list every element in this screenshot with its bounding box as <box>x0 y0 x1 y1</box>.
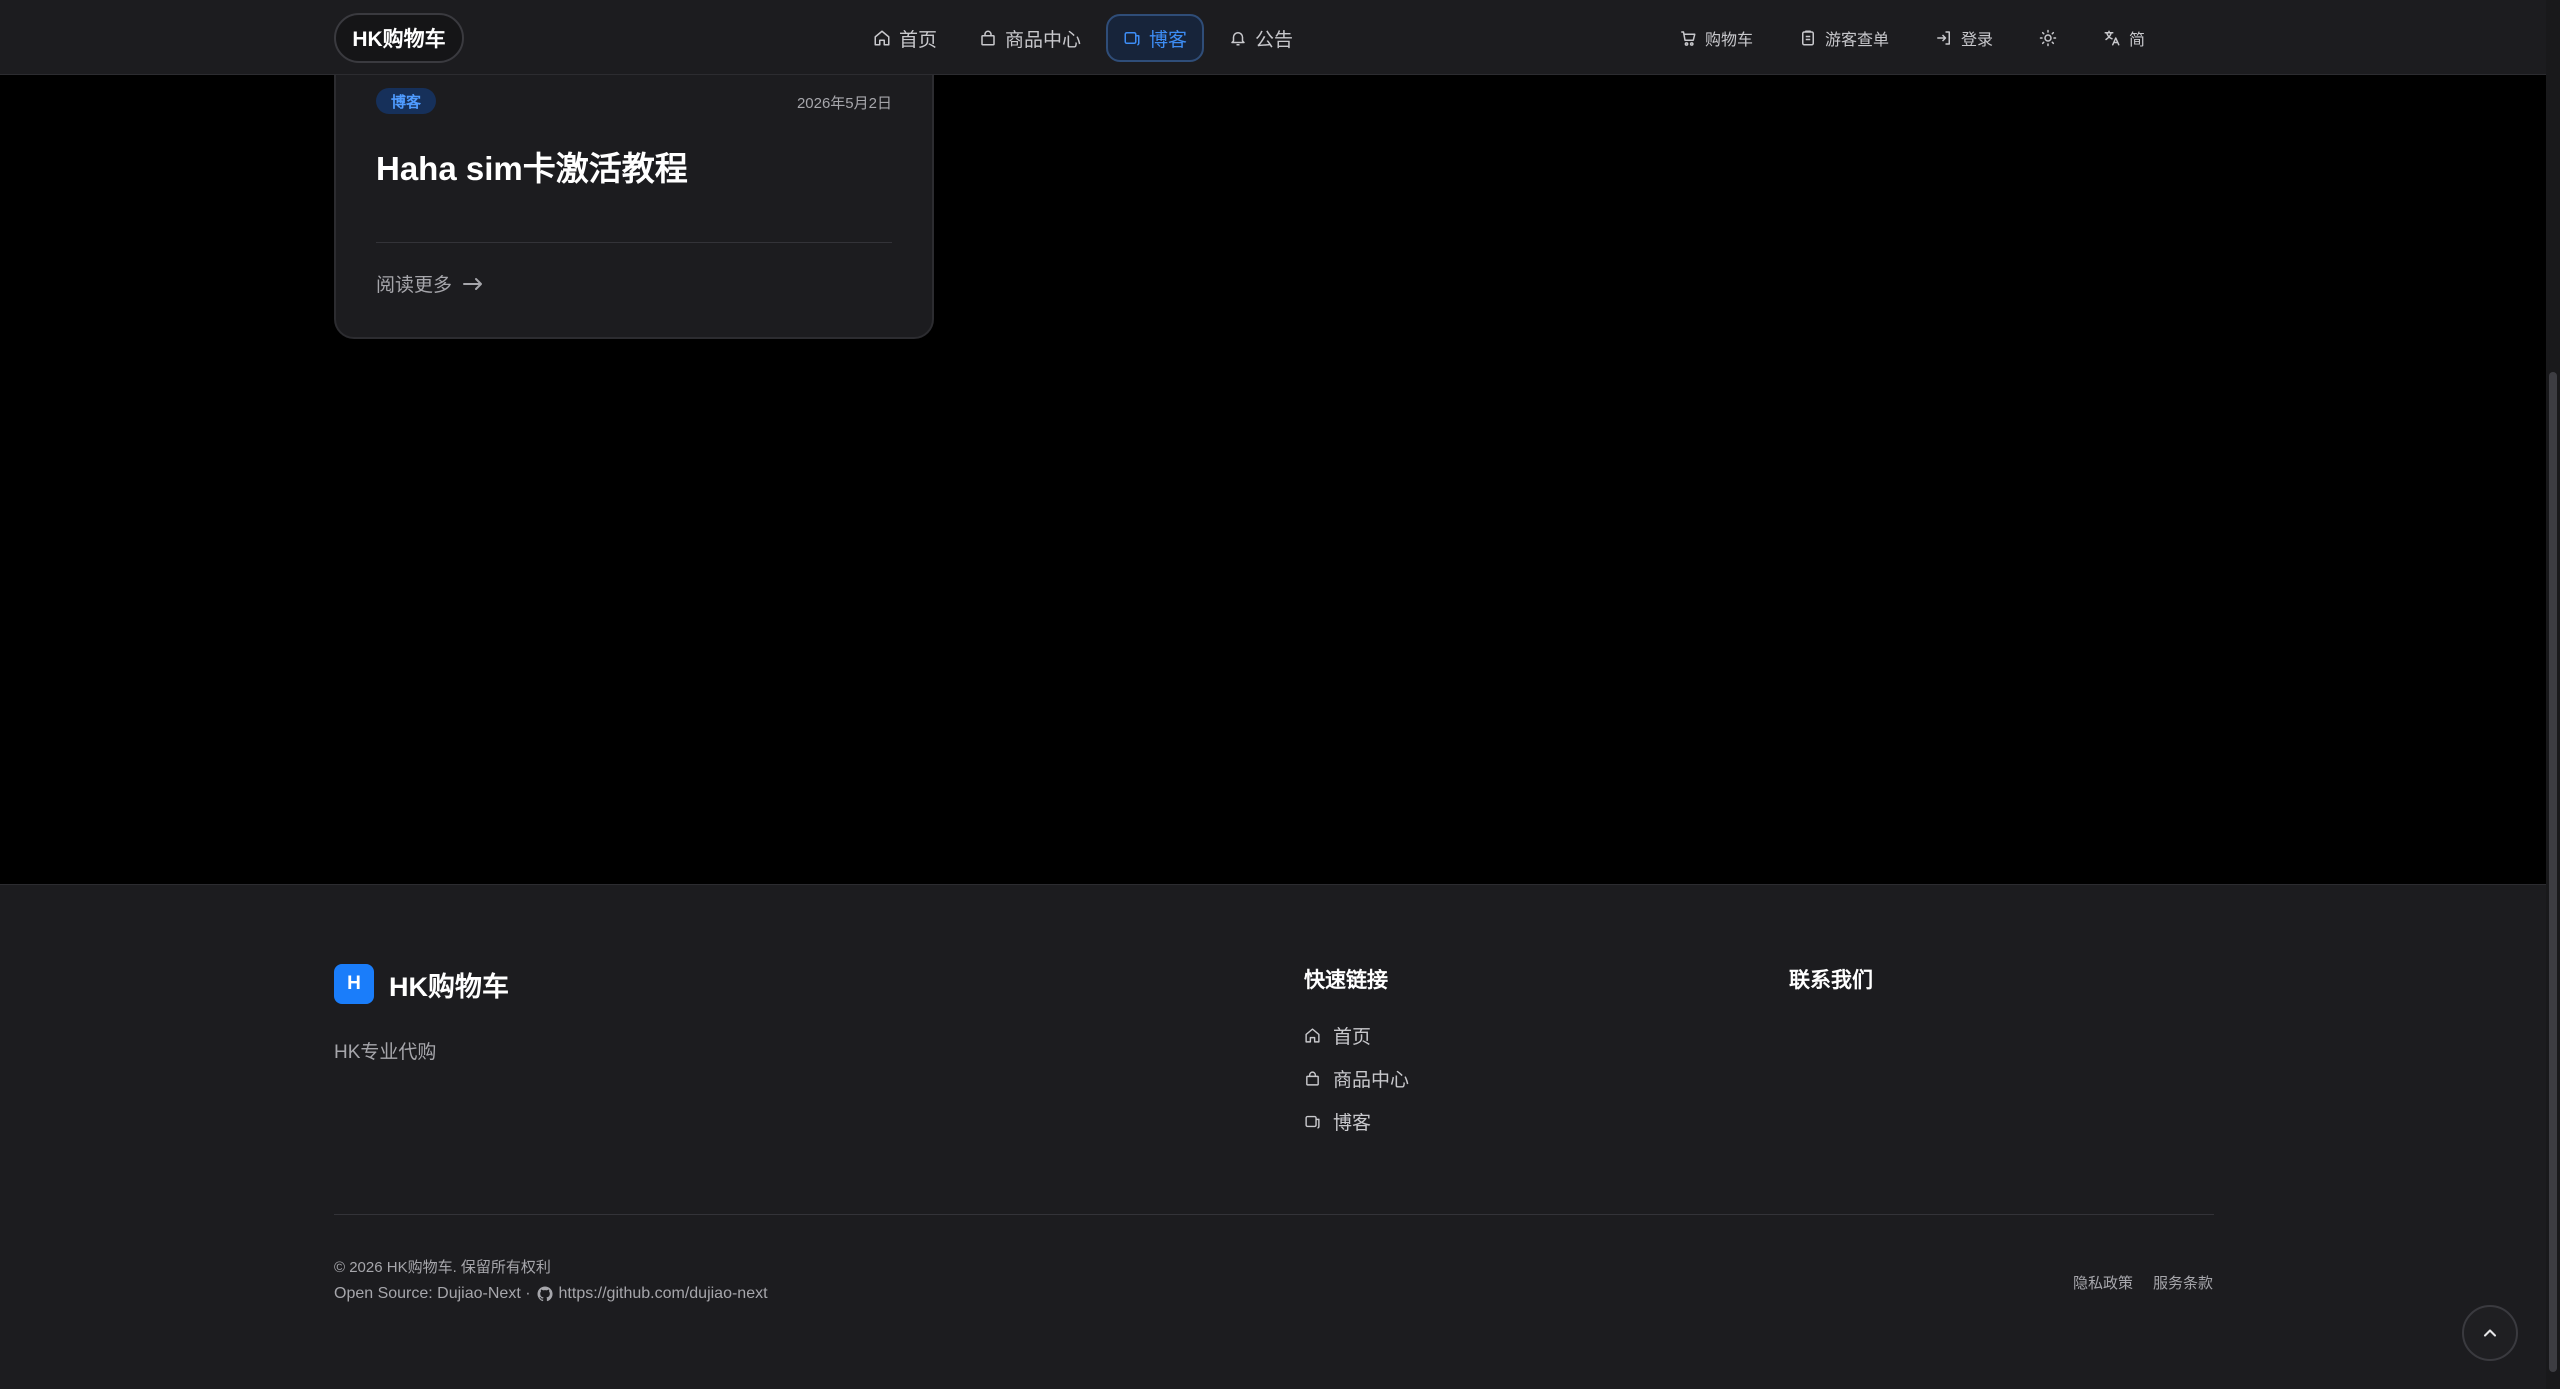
github-icon <box>536 1285 554 1303</box>
top-navbar: HK购物车 首页 商品中心 博客 公告 购物车 游客查单 登录 简 <box>0 0 2546 75</box>
translate-icon <box>2103 29 2121 47</box>
bag-icon <box>979 29 997 47</box>
guest-orders-label: 游客查单 <box>1825 32 1890 49</box>
sun-icon <box>2039 29 2057 47</box>
footer-link-products-label: 商品中心 <box>1333 1069 1410 1091</box>
cart-button[interactable]: 购物车 <box>1665 14 1767 62</box>
footer-brand-name: HK购物车 <box>389 971 509 1002</box>
terms-of-service-link[interactable]: 服务条款 <box>2153 1272 2213 1293</box>
github-link[interactable]: https://github.com/dujiao-next <box>559 1285 768 1303</box>
cart-icon <box>1679 29 1697 47</box>
blog-icon <box>1123 29 1141 47</box>
blog-post-date: 2026年5月2日 <box>796 95 892 112</box>
language-switcher[interactable]: 简 <box>2089 14 2159 62</box>
scrollbar-thumb[interactable] <box>2549 372 2557 1372</box>
nav-blog[interactable]: 博客 <box>1106 14 1205 62</box>
theme-toggle-button[interactable] <box>2025 14 2071 62</box>
language-label: 简 <box>2129 32 2146 49</box>
footer-link-home[interactable]: 首页 <box>1304 1024 1409 1048</box>
guest-orders-button[interactable]: 游客查单 <box>1785 14 1903 62</box>
bag-icon <box>1304 1070 1321 1087</box>
legal-links: 隐私政策 服务条款 <box>2073 1272 2213 1293</box>
copyright-text: © 2026 HK购物车. 保留所有权利 <box>334 1259 551 1276</box>
clipboard-icon <box>1799 29 1817 47</box>
footer-link-blog-label: 博客 <box>1333 1112 1372 1134</box>
blog-post-card[interactable]: 博客 2026年5月2日 Haha sim卡激活教程 阅读更多 <box>334 40 934 339</box>
page-scrollbar[interactable] <box>2546 0 2560 1389</box>
footer-link-home-label: 首页 <box>1333 1026 1372 1048</box>
nav-home-label: 首页 <box>899 29 938 51</box>
read-more-label: 阅读更多 <box>376 275 453 296</box>
nav-announcements-label: 公告 <box>1255 29 1294 51</box>
blog-category-badge: 博客 <box>376 88 437 114</box>
footer-logo-icon: H <box>334 964 374 1004</box>
brand-logo[interactable]: HK购物车 <box>334 13 464 63</box>
blog-icon <box>1304 1113 1321 1130</box>
nav-announcements[interactable]: 公告 <box>1212 14 1310 62</box>
footer-brand[interactable]: H HK购物车 <box>334 964 509 1004</box>
contact-section: 联系我们 <box>1789 964 1873 994</box>
login-icon <box>1935 29 1953 47</box>
cart-label: 购物车 <box>1705 32 1754 49</box>
read-more-link[interactable]: 阅读更多 <box>376 270 484 297</box>
home-icon <box>873 29 891 47</box>
main-nav: 首页 商品中心 博客 公告 <box>856 14 1310 62</box>
nav-products-label: 商品中心 <box>1005 29 1082 51</box>
quick-links-section: 快速链接 首页 商品中心 博客 <box>1304 964 1410 1134</box>
privacy-policy-link[interactable]: 隐私政策 <box>2073 1272 2133 1293</box>
blog-post-title[interactable]: Haha sim卡激活教程 <box>376 142 688 190</box>
bell-icon <box>1229 29 1247 47</box>
home-icon <box>1304 1027 1321 1044</box>
footer-divider <box>334 1214 2214 1215</box>
footer-tagline: HK专业代购 <box>334 1042 437 1063</box>
blog-card-divider <box>376 242 892 243</box>
nav-blog-label: 博客 <box>1149 29 1188 51</box>
back-to-top-button[interactable] <box>2462 1305 2518 1361</box>
footer-link-blog[interactable]: 博客 <box>1304 1110 1409 1134</box>
nav-products[interactable]: 商品中心 <box>962 14 1098 62</box>
login-button[interactable]: 登录 <box>1921 14 2007 62</box>
open-source-label: Open Source: Dujiao-Next · <box>334 1285 531 1302</box>
footer-link-products[interactable]: 商品中心 <box>1304 1067 1410 1091</box>
login-label: 登录 <box>1961 32 1994 49</box>
nav-home[interactable]: 首页 <box>856 14 954 62</box>
quick-links-list: 首页 商品中心 博客 <box>1304 1024 1410 1134</box>
quick-links-heading: 快速链接 <box>1304 969 1388 992</box>
chevron-up-icon <box>2480 1323 2500 1343</box>
arrow-right-icon <box>462 277 484 291</box>
contact-heading: 联系我们 <box>1789 969 1873 992</box>
site-footer: H HK购物车 HK专业代购 快速链接 首页 商品中心 博客 联系我们 © 20… <box>0 884 2546 1389</box>
open-source-line: Open Source: Dujiao-Next · https://githu… <box>334 1285 768 1303</box>
header-actions: 购物车 游客查单 登录 简 <box>1665 14 2159 62</box>
